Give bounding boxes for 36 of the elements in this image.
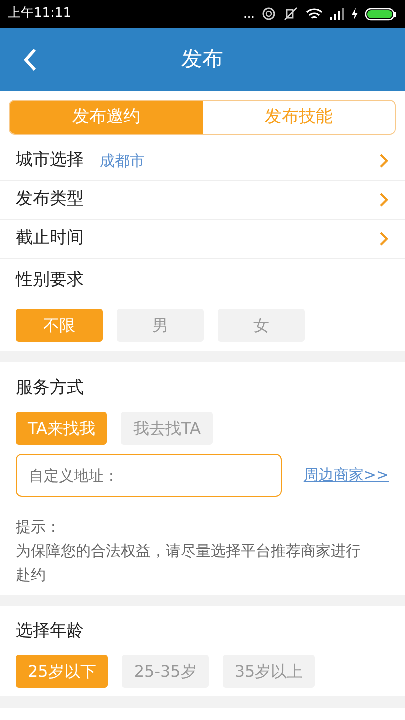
section-title: 服务方式 [16,376,84,400]
row-label: 城市选择 [16,149,84,172]
row-label: 截止时间 [16,227,84,250]
option-chip[interactable]: 不限 [16,309,103,342]
hint-text: 为保障您的合法权益，请尽量选择平台推荐商家进行赴约 [16,541,362,586]
ring-icon [262,7,276,21]
back-icon [23,48,37,72]
row-value: 成都市 [100,150,145,172]
charging-icon [352,8,358,20]
chevron-right-icon [379,192,389,208]
page-title: 发布 [182,46,224,73]
option-chip[interactable]: TA来找我 [16,412,108,445]
battery-icon [365,8,397,20]
nearby-shops-link[interactable]: 周边商家>> [304,464,389,487]
option-chip[interactable]: 25-35岁 [122,655,209,688]
row-label: 发布类型 [16,188,84,212]
chevron-right-icon [379,231,389,247]
section-title: 选择年龄 [16,620,84,644]
address-field[interactable]: 自定义地址： [16,454,282,497]
signal-icon [330,8,345,20]
option-chip[interactable]: 35岁以上 [222,655,316,688]
option-chip[interactable]: 我去找TA [121,412,213,445]
option-chip[interactable]: 女 [218,309,305,342]
section-title: 性别要求 [16,268,84,292]
list-row[interactable]: 城市选择 成都市 [0,142,405,181]
segment-tab[interactable]: 发布邀约 [10,101,202,134]
hint-label: 提示： [16,517,62,538]
wifi-icon [306,8,323,20]
chevron-right-icon [379,153,389,169]
option-chip[interactable]: 男 [117,309,204,342]
status-time: 上午11:11 [8,5,72,24]
option-chip[interactable]: 25岁以下 [16,655,108,688]
mute-icon [283,7,299,21]
list-row[interactable]: 发布类型 [0,181,405,220]
notification-dots: ... [244,8,255,20]
list-row[interactable]: 截止时间 [0,220,405,259]
